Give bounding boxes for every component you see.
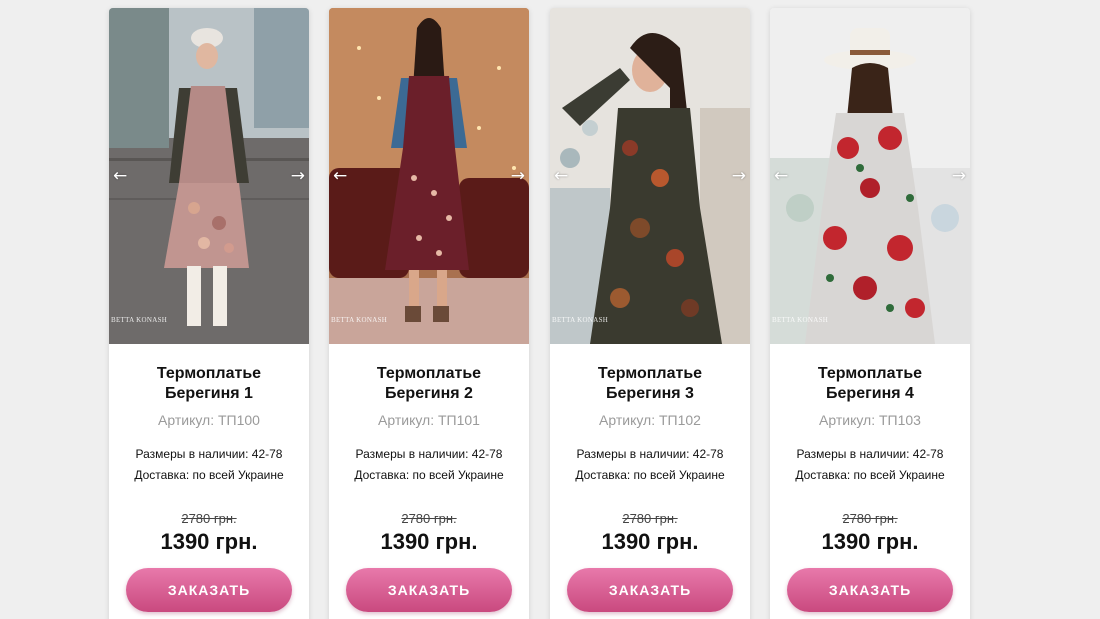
order-button[interactable]: ЗАКАЗАТЬ [346,568,512,612]
arrow-left-icon[interactable]: ← [333,166,347,186]
order-button[interactable]: ЗАКАЗАТЬ [126,568,292,612]
arrow-left-icon[interactable]: ← [774,166,788,186]
product-article: Артикул: ТП102 [599,412,701,428]
product-article: Артикул: ТП100 [158,412,260,428]
product-photo-image [329,8,529,344]
old-price: 2780 грн. [622,511,678,526]
product-card: ← → BETTA KONASH Термоплатье Берегиня 1 … [109,8,309,619]
arrow-right-icon[interactable]: → [732,166,746,186]
new-price: 1390 грн. [160,529,258,554]
product-title-line2: Берегиня 2 [385,385,473,402]
product-card: ← → BETTA KONASH Термоплатье Берегиня 2 … [329,8,529,619]
product-info: Размеры в наличии: 42-78 Доставка: по вс… [770,444,970,486]
product-sizes: Размеры в наличии: 42-78 [135,447,283,461]
product-photo-image [770,8,970,344]
photo-watermark: BETTA KONASH [552,316,609,324]
product-article: Артикул: ТП101 [378,412,480,428]
product-sizes: Размеры в наличии: 42-78 [355,447,503,461]
product-info: Размеры в наличии: 42-78 Доставка: по вс… [550,444,750,486]
product-card: ← → BETTA KONASH Термоплатье Берегиня 3 … [550,8,750,619]
product-delivery: Доставка: по всей Украине [795,468,945,482]
product-info: Размеры в наличии: 42-78 Доставка: по вс… [329,444,529,486]
product-delivery: Доставка: по всей Украине [575,468,725,482]
product-article: Артикул: ТП103 [819,412,921,428]
product-title-line1: Термоплатье [376,365,482,382]
product-title-line1: Термоплатье [597,365,703,382]
product-delivery: Доставка: по всей Украине [354,468,504,482]
photo-watermark: BETTA KONASH [772,316,829,324]
product-photo-image [550,8,750,344]
order-button[interactable]: ЗАКАЗАТЬ [567,568,733,612]
product-title: Термоплатье Берегиня 1 [109,364,309,404]
product-sizes: Размеры в наличии: 42-78 [796,447,944,461]
product-title-line2: Берегиня 3 [606,385,694,402]
product-photo[interactable]: ← → BETTA KONASH [329,8,529,344]
product-title-line2: Берегиня 4 [826,385,914,402]
new-price: 1390 грн. [380,529,478,554]
arrow-right-icon[interactable]: → [291,166,305,186]
photo-watermark: BETTA KONASH [111,316,168,324]
product-title: Термоплатье Берегиня 3 [550,364,750,404]
old-price: 2780 грн. [401,511,457,526]
product-photo[interactable]: ← → BETTA KONASH [109,8,309,344]
photo-watermark: BETTA KONASH [331,316,388,324]
product-sizes: Размеры в наличии: 42-78 [576,447,724,461]
new-price: 1390 грн. [601,529,699,554]
order-button[interactable]: ЗАКАЗАТЬ [787,568,953,612]
product-title-line1: Термоплатье [156,365,262,382]
product-info: Размеры в наличии: 42-78 Доставка: по вс… [109,444,309,486]
product-title: Термоплатье Берегиня 4 [770,364,970,404]
product-card: ← → BETTA KONASH Термоплатье Берегиня 4 … [770,8,970,619]
product-title-line1: Термоплатье [817,365,923,382]
arrow-right-icon[interactable]: → [511,166,525,186]
product-photo[interactable]: ← → BETTA KONASH [550,8,750,344]
new-price: 1390 грн. [821,529,919,554]
product-photo-image [109,8,309,344]
product-grid: ← → BETTA KONASH Термоплатье Берегиня 1 … [0,0,1100,619]
product-title-line2: Берегиня 1 [165,385,253,402]
old-price: 2780 грн. [181,511,237,526]
product-title: Термоплатье Берегиня 2 [329,364,529,404]
product-photo[interactable]: ← → BETTA KONASH [770,8,970,344]
old-price: 2780 грн. [842,511,898,526]
arrow-left-icon[interactable]: ← [554,166,568,186]
arrow-right-icon[interactable]: → [952,166,966,186]
product-delivery: Доставка: по всей Украине [134,468,284,482]
arrow-left-icon[interactable]: ← [113,166,127,186]
